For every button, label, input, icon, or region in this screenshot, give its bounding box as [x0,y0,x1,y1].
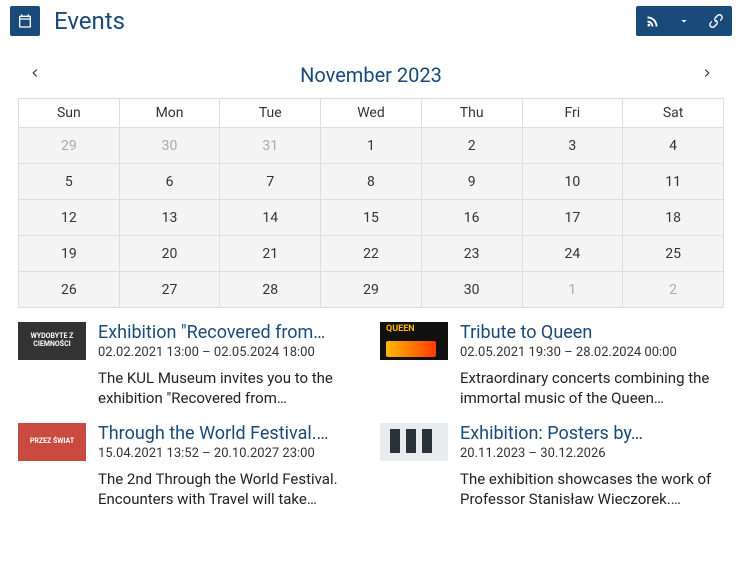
event-title[interactable]: Exhibition "Recovered from… [98,322,362,343]
calendar-day[interactable]: 14 [220,200,321,236]
calendar-day[interactable]: 30 [421,272,522,308]
calendar-day[interactable]: 11 [623,164,724,200]
next-month-button[interactable] [696,62,718,88]
weekday-header: Wed [321,99,422,128]
event-thumbnail[interactable]: WYDOBYTE Z CIEMNOŚCI [18,322,86,360]
calendar-day[interactable]: 10 [522,164,623,200]
event-title[interactable]: Through the World Festival.… [98,423,362,444]
event-date: 02.02.2021 13:00 – 02.05.2024 18:00 [98,345,362,360]
weekday-header: Mon [119,99,220,128]
event-item: Exhibition: Posters by… 20.11.2023 – 30.1… [380,423,724,510]
event-title[interactable]: Tribute to Queen [460,322,724,343]
calendar-day[interactable]: 25 [623,236,724,272]
calendar-day[interactable]: 1 [522,272,623,308]
calendar-day[interactable]: 26 [19,272,120,308]
calendar-day[interactable]: 21 [220,236,321,272]
calendar-day[interactable]: 19 [19,236,120,272]
calendar-day[interactable]: 13 [119,200,220,236]
calendar-app-icon [10,6,40,36]
calendar-section: November 2023 SunMonTueWedThuFriSat 2930… [0,46,742,308]
portlet-header: Events [0,0,742,46]
calendar-day[interactable]: 9 [421,164,522,200]
link-button[interactable] [700,6,732,36]
event-list: WYDOBYTE Z CIEMNOŚCI Exhibition "Recovere… [0,308,742,527]
calendar-day[interactable]: 29 [19,128,120,164]
calendar-day[interactable]: 29 [321,272,422,308]
calendar-day[interactable]: 18 [623,200,724,236]
calendar-day[interactable]: 20 [119,236,220,272]
event-body: Exhibition: Posters by… 20.11.2023 – 30.1… [460,423,724,510]
event-date: 20.11.2023 – 30.12.2026 [460,446,724,461]
calendar-day[interactable]: 16 [421,200,522,236]
calendar-day[interactable]: 31 [220,128,321,164]
calendar-day[interactable]: 12 [19,200,120,236]
calendar-day[interactable]: 28 [220,272,321,308]
calendar-day[interactable]: 6 [119,164,220,200]
calendar-day[interactable]: 7 [220,164,321,200]
calendar-day[interactable]: 24 [522,236,623,272]
calendar-day[interactable]: 27 [119,272,220,308]
calendar-header: November 2023 [18,58,724,98]
event-item: WYDOBYTE Z CIEMNOŚCI Exhibition "Recovere… [18,322,362,409]
prev-month-button[interactable] [24,62,46,88]
calendar-day[interactable]: 2 [421,128,522,164]
calendar-day[interactable]: 1 [321,128,422,164]
calendar-day[interactable]: 22 [321,236,422,272]
calendar-day[interactable]: 15 [321,200,422,236]
event-description: The exhibition showcases the work of Pro… [460,469,724,510]
event-body: Through the World Festival.… 15.04.2021 1… [98,423,362,510]
calendar-day[interactable]: 5 [19,164,120,200]
calendar-day[interactable]: 17 [522,200,623,236]
event-description: Extraordinary concerts combining the imm… [460,368,724,409]
event-date: 15.04.2021 13:52 – 20.10.2027 23:00 [98,446,362,461]
event-date: 02.05.2021 19:30 – 28.02.2024 00:00 [460,345,724,360]
calendar-day[interactable]: 4 [623,128,724,164]
event-description: The KUL Museum invites you to the exhibi… [98,368,362,409]
event-thumbnail[interactable] [380,423,448,461]
rss-button[interactable] [636,6,668,36]
event-thumbnail[interactable] [380,322,448,360]
weekday-header: Thu [421,99,522,128]
month-label: November 2023 [300,63,442,87]
calendar-day[interactable]: 30 [119,128,220,164]
weekday-header: Tue [220,99,321,128]
header-actions [636,6,732,36]
event-title[interactable]: Exhibition: Posters by… [460,423,724,444]
calendar-day[interactable]: 8 [321,164,422,200]
weekday-header: Fri [522,99,623,128]
event-thumbnail[interactable]: PRZEZ ŚWIAT [18,423,86,461]
calendar-day[interactable]: 2 [623,272,724,308]
page-title: Events [54,7,125,35]
calendar-day[interactable]: 23 [421,236,522,272]
header-left: Events [10,6,125,36]
calendar-day[interactable]: 3 [522,128,623,164]
calendar-grid: SunMonTueWedThuFriSat 293031123456789101… [18,98,724,308]
event-body: Tribute to Queen 02.05.2021 19:30 – 28.02… [460,322,724,409]
event-item: Tribute to Queen 02.05.2021 19:30 – 28.02… [380,322,724,409]
event-item: PRZEZ ŚWIAT Through the World Festival.… 1… [18,423,362,510]
weekday-header: Sat [623,99,724,128]
event-body: Exhibition "Recovered from… 02.02.2021 13… [98,322,362,409]
weekday-header: Sun [19,99,120,128]
event-description: The 2nd Through the World Festival. Enco… [98,469,362,510]
dropdown-button[interactable] [668,6,700,36]
